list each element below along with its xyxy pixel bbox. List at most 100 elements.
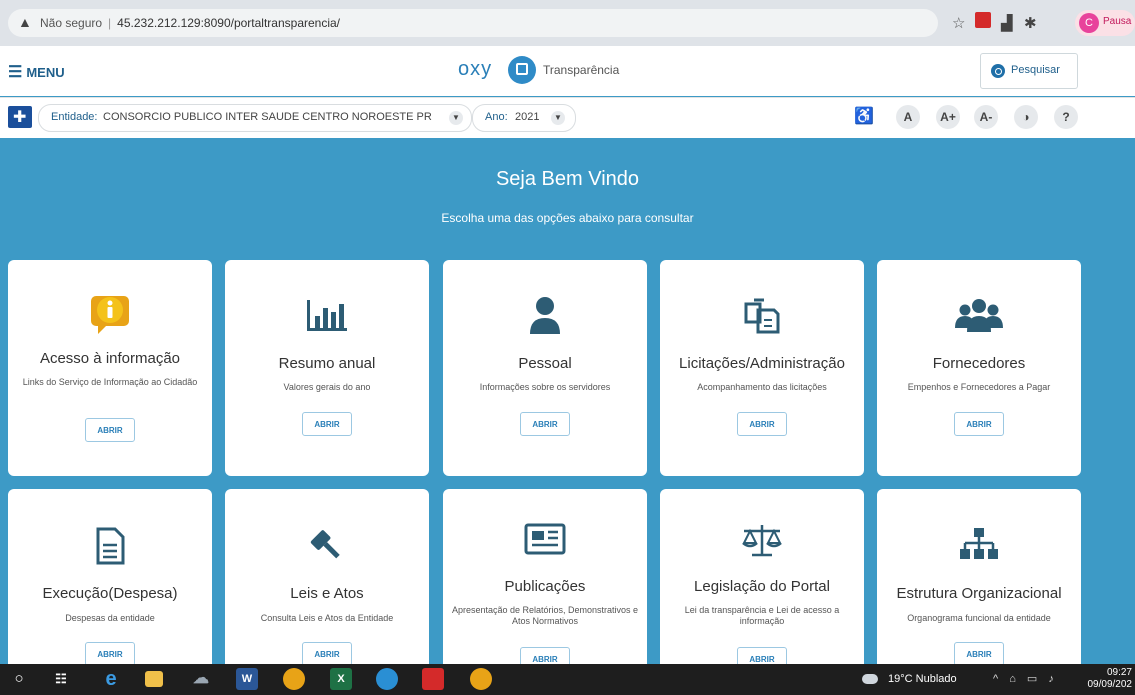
profile-label: Pausa xyxy=(1103,16,1132,27)
url-text[interactable]: 45.232.212.129:8090/portaltransparencia/ xyxy=(117,16,340,30)
card-description: Informações sobre os servidores xyxy=(479,382,611,392)
entity-select[interactable]: Entidade: CONSORCIO PUBLICO INTER SAUDE … xyxy=(38,104,472,132)
card-title: Estrutura Organizacional xyxy=(896,585,1062,602)
card-description: Apresentação de Relatórios, Demonstrativ… xyxy=(451,605,639,626)
entity-bar: Entidade: CONSORCIO PUBLICO INTER SAUDE … xyxy=(0,97,1135,138)
puzzle-icon[interactable]: ✱ xyxy=(1024,14,1037,32)
avatar: C xyxy=(1079,13,1099,33)
org-chart-icon xyxy=(877,527,1081,566)
bar-chart-icon xyxy=(225,298,429,337)
abrir-button[interactable]: ABRIR xyxy=(302,412,352,436)
internet-explorer-icon[interactable]: e xyxy=(100,668,122,690)
card-title: Leis e Atos xyxy=(290,585,364,602)
gavel-icon xyxy=(225,527,429,568)
acrobat-icon[interactable] xyxy=(422,668,444,690)
card-description: Despesas da entidade xyxy=(65,613,155,623)
hamburger-icon: ☰ xyxy=(8,64,23,81)
card-fornecedores[interactable]: Fornecedores Empenhos e Fornecedores a P… xyxy=(877,260,1081,476)
card-title: Execução(Despesa) xyxy=(42,585,178,602)
scales-icon xyxy=(660,523,864,562)
edge-icon[interactable] xyxy=(376,668,398,690)
logo-icon xyxy=(508,56,536,84)
card-title: Fornecedores xyxy=(932,355,1026,372)
chrome-active-icon[interactable] xyxy=(470,668,492,690)
app-icon[interactable]: ☁ xyxy=(190,668,212,690)
entity-logo-icon xyxy=(8,106,32,128)
font-decrease-button[interactable]: A- xyxy=(974,105,998,129)
year-value: 2021 xyxy=(515,111,540,123)
chrome-icon[interactable] xyxy=(283,668,305,690)
weather-text[interactable]: 19°C Nublado xyxy=(862,673,957,685)
card-execucao-despesa[interactable]: Execução(Despesa) Despesas da entidade A… xyxy=(8,489,212,689)
abrir-button[interactable]: ABRIR xyxy=(302,642,352,666)
year-label: Ano: xyxy=(485,111,508,123)
abrir-button[interactable]: ABRIR xyxy=(954,642,1004,666)
font-normal-button[interactable]: A xyxy=(896,105,920,129)
chevron-down-icon[interactable]: ▼ xyxy=(449,111,463,125)
year-select[interactable]: Ano: 2021 ▼ xyxy=(472,104,576,132)
card-acesso-informacao[interactable]: Acesso à informação Links do Serviço de … xyxy=(8,260,212,476)
abrir-button[interactable]: ABRIR xyxy=(520,412,570,436)
file-explorer-icon[interactable] xyxy=(145,671,163,687)
abrir-button[interactable]: ABRIR xyxy=(954,412,1004,436)
abrir-button[interactable]: ABRIR xyxy=(85,642,135,666)
card-title: Licitações/Administração xyxy=(679,355,845,372)
card-leis-atos[interactable]: Leis e Atos Consulta Leis e Atos da Enti… xyxy=(225,489,429,689)
card-description: Links do Serviço de Informação ao Cidadã… xyxy=(22,377,198,387)
abrir-button[interactable]: ABRIR xyxy=(737,412,787,436)
help-button[interactable]: ? xyxy=(1054,105,1078,129)
cortana-icon[interactable]: ○ xyxy=(8,668,30,690)
accessibility-icon[interactable]: ♿ xyxy=(852,105,876,129)
card-legislacao-portal[interactable]: Legislação do Portal Lei da transparênci… xyxy=(660,489,864,689)
info-icon xyxy=(8,292,212,341)
taskbar: ○ ☷ e ☁ W X 19°C Nublado ^ ⌂ ▭ ♪ 09:27 0… xyxy=(0,664,1135,695)
card-publicacoes[interactable]: Publicações Apresentação de Relatórios, … xyxy=(443,489,647,689)
card-description: Lei da transparência e Lei de acesso a i… xyxy=(684,605,840,626)
card-description: Empenhos e Fornecedores a Pagar xyxy=(907,382,1051,392)
browser-toolbar: ▲ Não seguro | 45.232.212.129:8090/portalt… xyxy=(0,0,1135,46)
hero-title: Seja Bem Vindo xyxy=(495,168,640,190)
logo: oxy Transparência xyxy=(458,56,658,86)
extension-icon[interactable]: ▟ xyxy=(1001,14,1013,32)
warning-icon[interactable]: ▲ xyxy=(18,14,32,30)
search-icon xyxy=(991,64,1005,78)
person-icon xyxy=(443,296,647,341)
card-pessoal[interactable]: Pessoal Informações sobre os servidores … xyxy=(443,260,647,476)
task-view-icon[interactable]: ☷ xyxy=(50,668,72,690)
clock[interactable]: 09:27 09/09/202 xyxy=(1082,667,1133,691)
card-description: Acompanhamento das licitações xyxy=(697,382,827,392)
security-label: Não seguro xyxy=(40,16,103,30)
menu-label: MENU xyxy=(26,65,65,80)
star-icon[interactable]: ☆ xyxy=(952,14,965,32)
address-bar[interactable]: ▲ Não seguro | 45.232.212.129:8090/portalt… xyxy=(8,9,938,37)
file-icon xyxy=(8,527,212,570)
card-estrutura-organizacional[interactable]: Estrutura Organizacional Organograma fun… xyxy=(877,489,1081,689)
card-title: Pessoal xyxy=(518,355,572,372)
excel-icon[interactable]: X xyxy=(330,668,352,690)
card-licitacoes[interactable]: Licitações/Administração Acompanhamento … xyxy=(660,260,864,476)
card-title: Legislação do Portal xyxy=(694,578,830,595)
app-header: ☰ MENU oxy Transparência xyxy=(0,46,1135,96)
newspaper-icon xyxy=(443,523,647,560)
chevron-down-icon[interactable]: ▼ xyxy=(551,111,565,125)
font-increase-button[interactable]: A+ xyxy=(936,105,960,129)
card-title: Acesso à informação xyxy=(39,350,181,367)
logo-name: Transparência xyxy=(543,63,620,77)
search-label: Pesquisar xyxy=(1011,64,1060,76)
group-icon xyxy=(877,298,1081,337)
profile-button[interactable]: C Pausa xyxy=(1075,10,1135,36)
system-tray[interactable]: ^ ⌂ ▭ ♪ xyxy=(993,672,1058,685)
card-description: Organograma funcional da entidade xyxy=(907,613,1051,623)
search-button[interactable]: Pesquisar xyxy=(980,53,1078,89)
card-resumo-anual[interactable]: Resumo anual Valores gerais do ano ABRIR xyxy=(225,260,429,476)
contrast-icon[interactable]: ◑ xyxy=(1014,105,1038,129)
word-icon[interactable]: W xyxy=(236,668,258,690)
menu-button[interactable]: ☰ MENU xyxy=(8,62,65,82)
abrir-button[interactable]: ABRIR xyxy=(85,418,135,442)
time: 09:27 xyxy=(1106,667,1132,678)
hero-subtitle: Escolha uma das opções abaixo para consu… xyxy=(441,211,694,225)
documents-icon xyxy=(660,296,864,341)
pdf-extension-icon[interactable] xyxy=(975,12,991,28)
card-description: Consulta Leis e Atos da Entidade xyxy=(260,613,394,623)
card-title: Publicações xyxy=(504,578,586,595)
